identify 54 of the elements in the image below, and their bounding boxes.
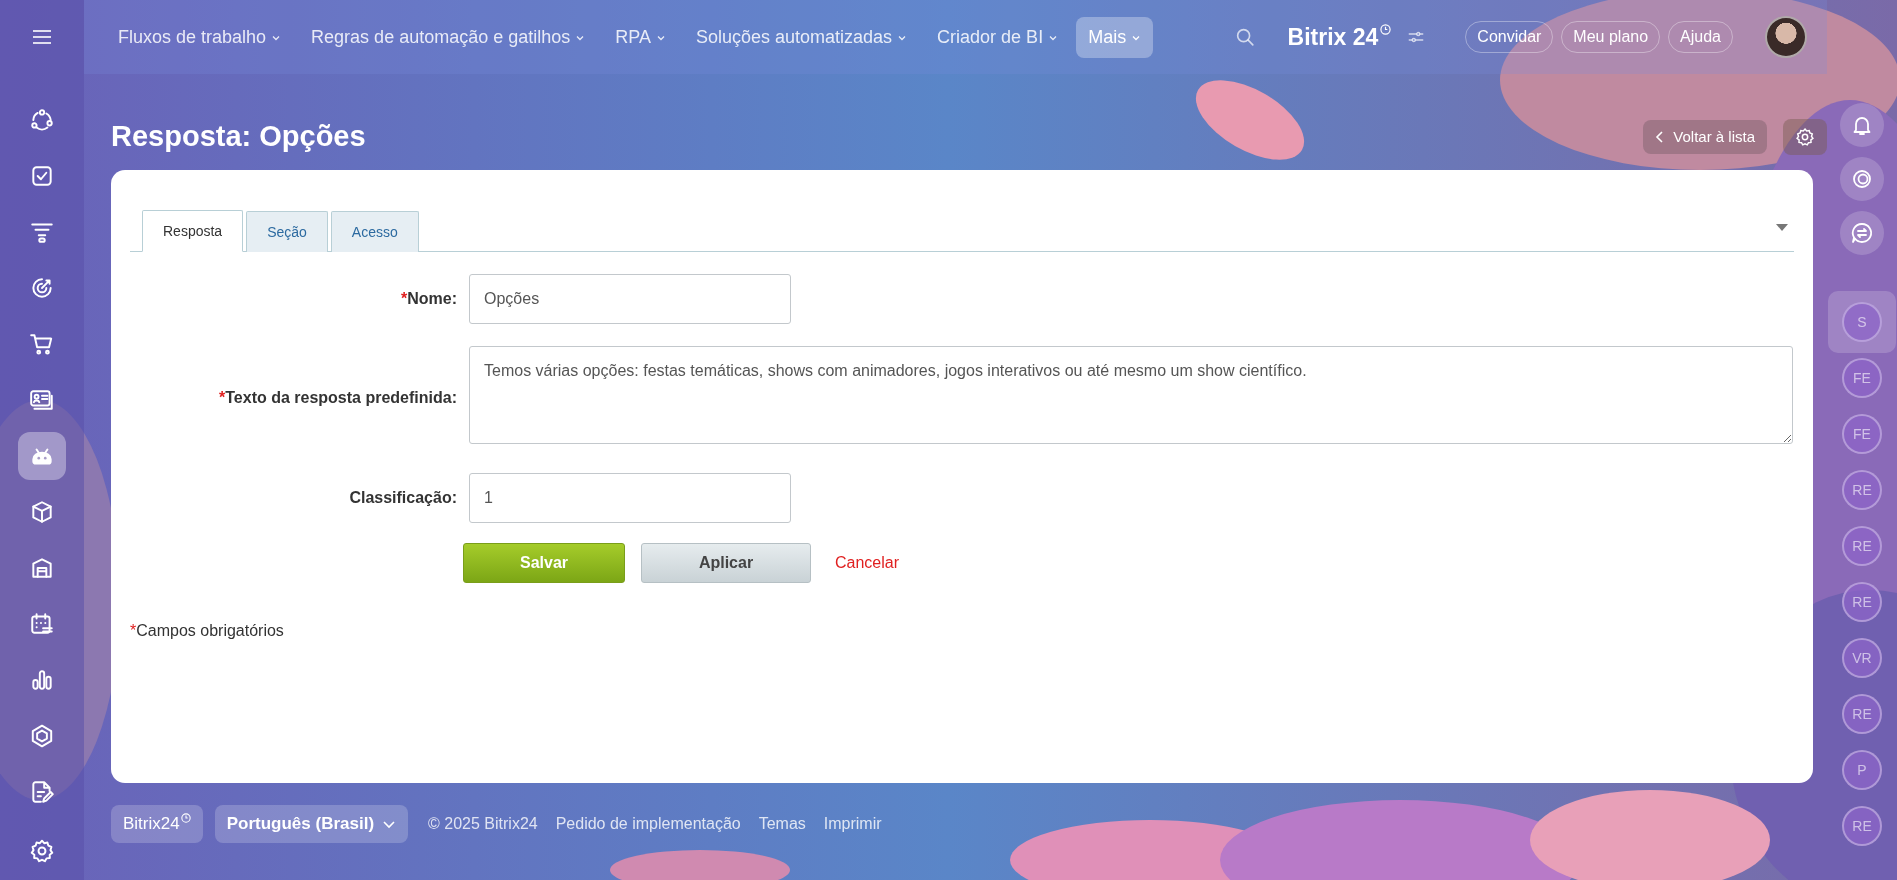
cube-icon (29, 499, 55, 525)
sidebar-item[interactable] (18, 432, 66, 480)
warehouse-icon (29, 555, 55, 581)
required-fields-note: *Campos obrigatórios (130, 620, 285, 641)
clock-icon (180, 813, 191, 823)
input-field[interactable]: Opções (469, 274, 791, 324)
footer-link[interactable]: Pedido de implementação (555, 811, 741, 836)
menu-item[interactable]: Criador de BI (925, 16, 1071, 58)
text-area[interactable]: Temos várias opções: festas temáticas, shows com animadores, jogos interativos ou até mesmo um show científico. (469, 346, 1793, 444)
settings-icon[interactable] (29, 838, 55, 864)
calendar-icon (29, 611, 55, 637)
contact-card-icon (29, 387, 55, 413)
cart-icon (29, 331, 55, 357)
clock-icon (1380, 23, 1392, 35)
chevron-left-icon (1655, 130, 1666, 144)
menu-icon[interactable] (32, 29, 52, 45)
input-field[interactable]: 1 (469, 472, 791, 523)
menu-item[interactable]: RPA (603, 16, 678, 58)
language-selector[interactable]: Português (Brasil) (214, 805, 409, 843)
page-title: Resposta: Opções (111, 119, 366, 155)
flow-icon (29, 107, 55, 133)
rail-button[interactable] (1840, 211, 1884, 255)
chat-transfer-icon (1850, 221, 1874, 245)
menu-item[interactable]: Mais (1076, 16, 1154, 58)
apply-button[interactable]: Aplicar (641, 542, 811, 583)
menu-item[interactable]: Regras de automação e gatilhos (299, 16, 598, 58)
rail-button[interactable] (1840, 103, 1884, 147)
cancel-link[interactable]: Cancelar (835, 550, 900, 575)
coin-icon (1850, 167, 1874, 191)
logo: Bitrix 24 (1287, 19, 1392, 55)
menu-item[interactable]: Fluxos de trabalho (106, 16, 294, 58)
tab[interactable]: Acesso (330, 211, 419, 252)
tab[interactable]: Seção (246, 211, 328, 252)
document-edit-icon (29, 779, 55, 805)
menu-item[interactable]: Soluções automatizadas (683, 16, 920, 58)
chevron-down-icon (382, 819, 397, 830)
hexagon-icon (29, 723, 55, 749)
field-label: *Texto da resposta predefinida: (218, 388, 457, 409)
rail-button[interactable] (1840, 157, 1884, 201)
save-button[interactable]: Salvar (463, 542, 625, 583)
settings-button[interactable] (1783, 119, 1827, 155)
brand-button[interactable]: Bitrix24 (111, 805, 203, 843)
settings-icon (1795, 127, 1815, 147)
checkbox-icon (29, 163, 55, 189)
dropdown-arrow-icon[interactable] (1776, 224, 1788, 232)
field-label: *Nome: (400, 289, 457, 309)
field-label: Classificação: (348, 487, 457, 508)
bar-chart-icon (29, 667, 55, 693)
target-icon (29, 275, 55, 301)
copyright-text: © 2025 Bitrix24 (428, 813, 538, 834)
footer-link[interactable]: Temas (758, 811, 806, 836)
back-button[interactable]: Voltar à lista (1643, 119, 1767, 155)
tab[interactable]: Resposta (142, 210, 244, 252)
footer-link[interactable]: Imprimir (823, 811, 882, 836)
